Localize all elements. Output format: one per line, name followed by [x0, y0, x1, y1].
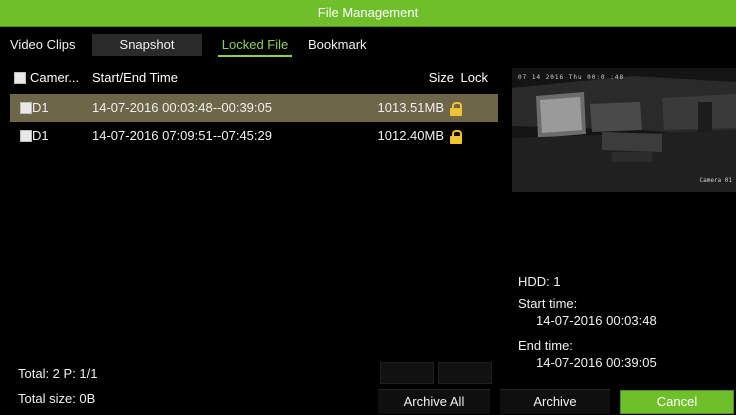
- header-camera[interactable]: Camer...: [30, 66, 79, 90]
- page-prev-button[interactable]: [380, 362, 434, 384]
- row-checkbox[interactable]: [20, 102, 32, 114]
- lock-icon[interactable]: [450, 130, 462, 144]
- row-time: 14-07-2016 07:09:51--07:45:29: [92, 128, 272, 143]
- hdd-label: HDD: 1: [518, 274, 561, 289]
- tab-locked-file[interactable]: Locked File: [218, 34, 292, 57]
- tab-video-clips[interactable]: Video Clips: [10, 34, 84, 56]
- row-camera: D1: [32, 100, 49, 115]
- header-lock[interactable]: Lock: [461, 66, 488, 90]
- list-header: Camer... Start/End Time Size Lock: [10, 66, 498, 90]
- select-all-checkbox[interactable]: [14, 72, 26, 84]
- start-time-label: Start time:: [518, 296, 578, 311]
- row-size: 1012.40MB: [377, 128, 445, 143]
- tab-snapshot[interactable]: Snapshot: [92, 34, 202, 56]
- tab-bookmark[interactable]: Bookmark: [308, 34, 378, 56]
- table-row[interactable]: D1 14-07-2016 00:03:48--00:39:05 1013.51…: [10, 94, 498, 122]
- lock-icon[interactable]: [450, 102, 462, 116]
- total-count: Total: 2 P: 1/1: [18, 366, 98, 381]
- start-time-value: 14-07-2016 00:03:48: [536, 313, 657, 328]
- table-row[interactable]: D1 14-07-2016 07:09:51--07:45:29 1012.40…: [10, 122, 498, 150]
- archive-all-button[interactable]: Archive All: [378, 389, 490, 414]
- preview-image: [512, 68, 736, 192]
- header-start-end-time[interactable]: Start/End Time: [92, 66, 178, 90]
- row-size: 1013.51MB: [377, 100, 445, 115]
- row-time: 14-07-2016 00:03:48--00:39:05: [92, 100, 272, 115]
- page-next-button[interactable]: [438, 362, 492, 384]
- end-time-label: End time:: [518, 338, 573, 353]
- cancel-button[interactable]: Cancel: [620, 390, 734, 414]
- preview-timestamp: 07 14 2016 Thu 00:0 :48: [518, 74, 625, 81]
- file-list: Camer... Start/End Time Size Lock D1 14-…: [10, 66, 498, 354]
- window-title: File Management: [0, 0, 736, 27]
- row-checkbox[interactable]: [20, 130, 32, 142]
- header-size[interactable]: Size: [429, 66, 454, 90]
- video-preview[interactable]: 07 14 2016 Thu 00:0 :48 Camera 01: [512, 68, 736, 192]
- tab-bar: Video Clips Snapshot Locked File Bookmar…: [0, 30, 736, 60]
- preview-camera-label: Camera 01: [699, 177, 732, 184]
- total-size: Total size: 0B: [18, 391, 96, 406]
- end-time-value: 14-07-2016 00:39:05: [536, 355, 657, 370]
- archive-button[interactable]: Archive: [500, 389, 610, 414]
- row-camera: D1: [32, 128, 49, 143]
